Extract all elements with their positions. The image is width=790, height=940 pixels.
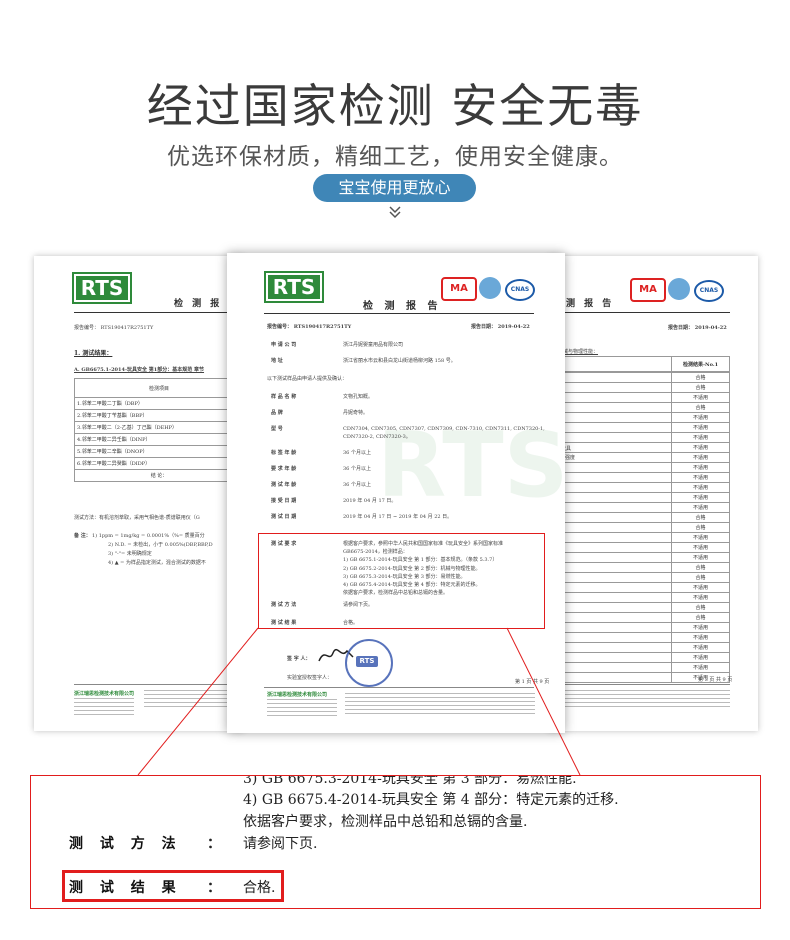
requirement-line: 依据客户要求，检测样品中总铅和总镉的含量。	[343, 590, 449, 597]
sample-field-label: 测 试 日 期	[271, 514, 297, 520]
sample-field-value: 2019 年 04 月 17 日。	[343, 498, 397, 504]
requirement-line: 1) GB 6675.1-2014-玩具安全 第 1 部分：基本规范。（条款 5…	[343, 557, 498, 564]
zoom-panel: 3) GB 6675.3-2014-玩具安全 第 3 部分：易燃性能. 4) G…	[30, 775, 761, 909]
zoom-cut-line: 3) GB 6675.3-2014-玩具安全 第 3 部分：易燃性能.	[243, 775, 577, 787]
sample-field-value: CDN7304, CDN7305, CDN7307, CDN7309, CDN-…	[343, 426, 545, 440]
sample-field-value: 36 个月以上	[343, 466, 371, 472]
requirement-line: 根据客户要求，参照中华人民共和国国家标准《玩具安全》系列国家标准	[343, 541, 504, 547]
zoom-method-value: 请参阅下页.	[243, 836, 318, 852]
sample-field-label: 品 牌	[271, 410, 283, 416]
requirement-line: GB6675-2014，检测样品：	[343, 549, 408, 556]
zoom-result-colon: ：	[207, 880, 221, 896]
zoom-method-colon: ：	[207, 836, 221, 852]
sample-field-label: 标 签 年 龄	[271, 450, 297, 456]
sample-field-value: 36 个月以上	[343, 450, 371, 456]
zoom-result-label: 测 试 结 果	[69, 880, 182, 896]
zoom-method-label: 测 试 方 法	[69, 836, 182, 852]
sample-field-value: 36 个月以上	[343, 482, 371, 488]
zoom-line-5: 依据客户要求，检测样品中总铅和总镉的含量.	[243, 814, 528, 830]
sample-field-label: 型 号	[271, 426, 283, 432]
sample-field-value: 文物孔知概。	[343, 394, 374, 400]
requirement-line: 4) GB 6675.4-2014-玩具安全 第 4 部分：特定元素的迁移。	[343, 582, 481, 588]
sample-field-label: 样 品 名 称	[271, 394, 297, 400]
requirement-line: 2) GB 6675.2-2014-玩具安全 第 2 部分：机械与物理性能。	[343, 565, 481, 572]
sample-field-value: 丹妮奇特。	[343, 410, 369, 416]
requirement-line: 3) GB 6675.3-2014-玩具安全 第 3 部分：易燃性能。	[343, 573, 466, 580]
sample-field-label: 测 试 年 龄	[271, 482, 297, 488]
zoom-result-value: 合格.	[243, 880, 276, 896]
zoom-line-4: 4) GB 6675.4-2014-玩具安全 第 4 部分：特定元素的迁移.	[243, 792, 619, 808]
sample-field-label: 接 受 日 期	[271, 498, 297, 504]
sample-field-value: 2019 年 04 月 17 日 ~ 2019 年 04 月 22 日。	[343, 514, 453, 520]
sample-field-label: 要 求 年 龄	[271, 466, 297, 472]
